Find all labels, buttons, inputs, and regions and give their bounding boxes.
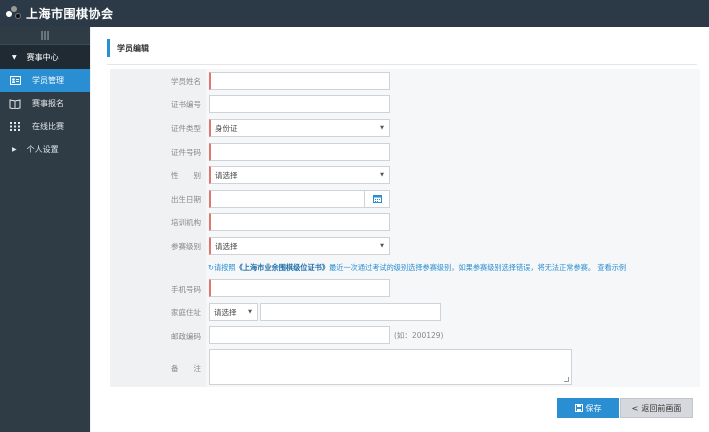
- cert-number-input[interactable]: [209, 95, 390, 113]
- address-region-select[interactable]: 请选择 ▼: [209, 303, 258, 321]
- sidebar: ||| ▼ 赛事中心 学员管理 赛事报名 在线比赛 ▶ 个人设置: [0, 27, 90, 432]
- tip-text: 最近一次通过考试的级别选择参赛级别，如果参赛级别选择错误，将无法正常参赛。: [329, 263, 596, 272]
- save-label: 保存: [585, 403, 602, 413]
- remark-textarea[interactable]: [209, 349, 572, 385]
- nav-group-label: 赛事中心: [26, 52, 59, 62]
- sidebar-item-label: 个人设置: [26, 145, 59, 154]
- gender-value: 请选择: [215, 170, 238, 180]
- tip-prefix: 请按照: [214, 263, 236, 272]
- id-type-value: 身份证: [215, 123, 238, 133]
- calendar-icon: [372, 195, 382, 203]
- label-address: 家庭住址: [171, 308, 201, 317]
- label-id-type: 证件类型: [171, 124, 201, 133]
- label-remark: 备 注: [171, 364, 201, 373]
- back-button[interactable]: < 返回前画面: [620, 398, 693, 418]
- back-label: 返回前画面: [641, 403, 682, 413]
- label-id-number: 证件号码: [171, 148, 201, 157]
- birth-date-input[interactable]: [209, 190, 365, 208]
- student-name-input[interactable]: [209, 72, 390, 90]
- zip-hint: (如：200129): [394, 331, 444, 340]
- phone-input[interactable]: [209, 279, 390, 297]
- id-card-icon: [9, 76, 21, 86]
- level-tip: ↻请按照《上海市业余围棋级位证书》最近一次通过考试的级别选择参赛级别，如果参赛级…: [208, 263, 626, 273]
- label-zip: 邮政编码: [171, 332, 201, 341]
- competition-level-select[interactable]: 请选择 ▼: [209, 237, 390, 255]
- level-value: 请选择: [215, 241, 238, 251]
- id-type-select[interactable]: 身份证 ▼: [209, 119, 390, 137]
- app-title: 上海市围棋协会: [26, 7, 114, 21]
- top-bar: 上海市围棋协会: [0, 0, 709, 27]
- sidebar-item-label: 学员管理: [32, 76, 64, 85]
- label-phone: 手机号码: [171, 285, 201, 294]
- training-org-input[interactable]: [209, 213, 390, 231]
- sidebar-item-online-match[interactable]: 在线比赛: [0, 115, 90, 138]
- sidebar-item-personal-settings[interactable]: ▶ 个人设置: [0, 138, 90, 161]
- divider: [107, 64, 697, 65]
- save-button[interactable]: 保存: [557, 398, 619, 418]
- sidebar-item-competition-registration[interactable]: 赛事报名: [0, 92, 90, 115]
- view-example-link[interactable]: 查看示例: [597, 263, 626, 272]
- dropdown-arrow-icon: ▼: [380, 243, 384, 249]
- grid-icon: [9, 122, 21, 132]
- calendar-button[interactable]: [364, 190, 390, 208]
- label-cert-number: 证书编号: [171, 100, 201, 109]
- id-number-input[interactable]: [209, 143, 390, 161]
- label-student-name: 学员姓名: [171, 77, 201, 86]
- resize-handle-icon[interactable]: [564, 377, 569, 382]
- label-gender: 性 别: [171, 171, 201, 180]
- zip-input[interactable]: [209, 326, 390, 344]
- dropdown-arrow-icon: ▼: [380, 172, 384, 178]
- nav-group-competition-center[interactable]: ▼ 赛事中心: [0, 45, 90, 69]
- page-title: 学员编辑: [107, 39, 697, 57]
- sidebar-item-label: 赛事报名: [32, 99, 64, 108]
- book-icon: [9, 98, 21, 109]
- tip-book-title: 《上海市业余围棋级位证书》: [235, 263, 330, 272]
- floppy-disk-icon: [574, 404, 583, 412]
- caret-right-icon: ▶: [12, 146, 17, 153]
- label-birth-date: 出生日期: [171, 195, 201, 204]
- go-stones-logo-icon: [6, 5, 22, 22]
- sidebar-item-student-management[interactable]: 学员管理: [0, 69, 90, 92]
- sidebar-item-label: 在线比赛: [32, 122, 64, 131]
- address-input[interactable]: [260, 303, 441, 321]
- menu-bars-icon[interactable]: |||: [0, 27, 90, 45]
- dropdown-arrow-icon: ▼: [248, 309, 252, 315]
- address-region-value: 请选择: [214, 307, 237, 317]
- main-content: 学员编辑 学员姓名 证书编号 证件类型 证件号码 性 别 出生日期 培训机构 参…: [91, 27, 709, 432]
- label-training-org: 培训机构: [171, 218, 201, 227]
- chevron-left-icon: <: [631, 403, 639, 413]
- caret-down-icon: ▼: [12, 53, 17, 61]
- dropdown-arrow-icon: ▼: [380, 125, 384, 131]
- gender-select[interactable]: 请选择 ▼: [209, 166, 390, 184]
- label-competition-level: 参赛级别: [171, 242, 201, 251]
